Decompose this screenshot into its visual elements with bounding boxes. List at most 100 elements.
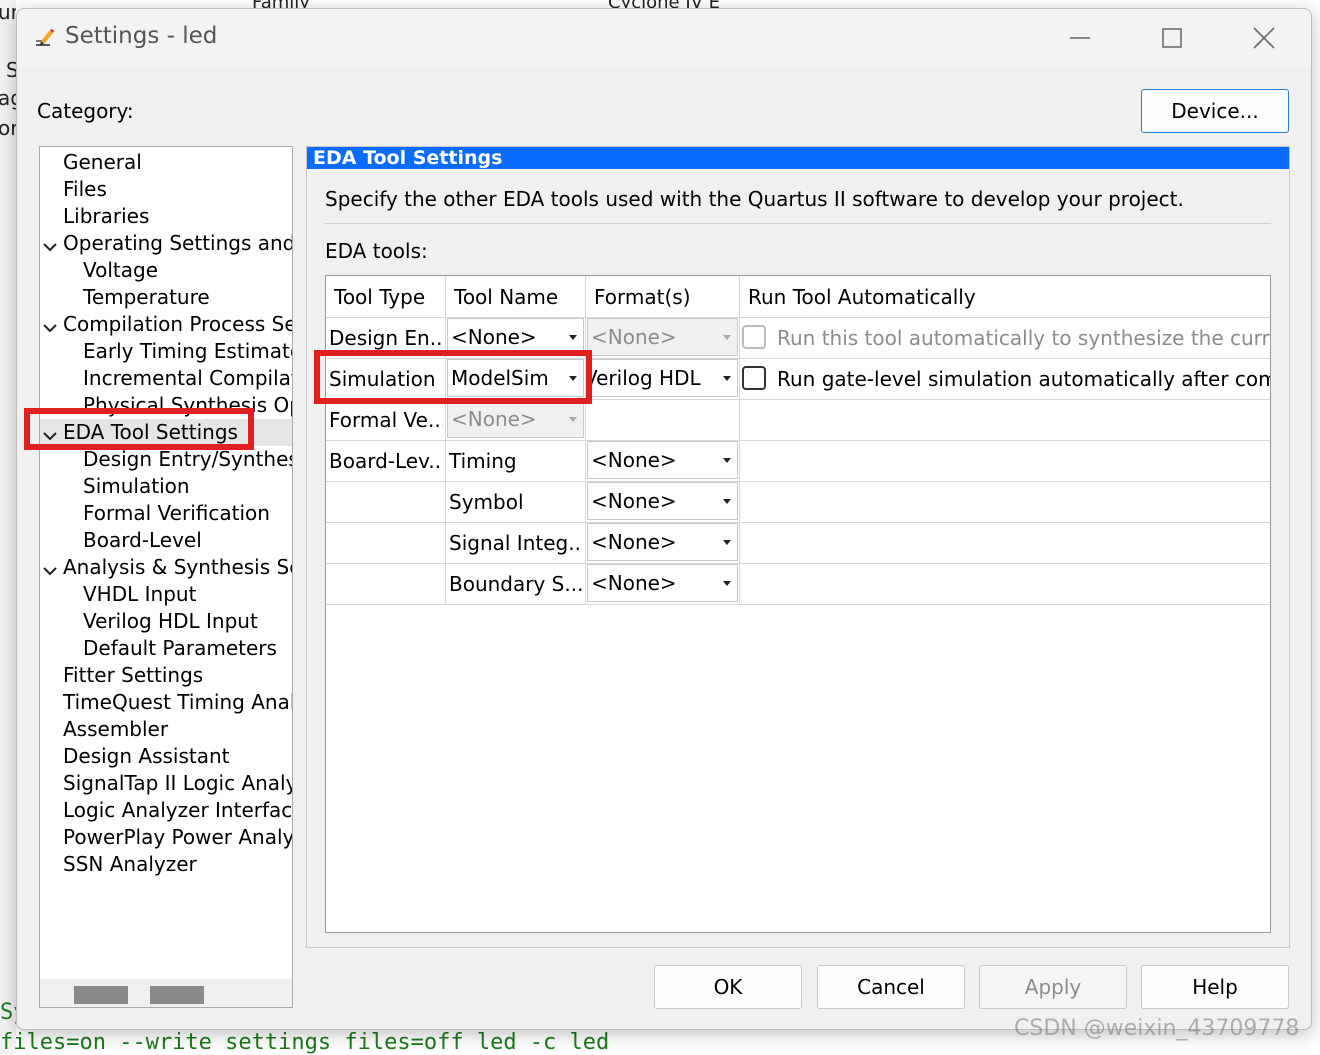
tree-item-label: Incremental Compilatio — [83, 366, 292, 390]
dropdown-value: Verilog HDL — [587, 366, 701, 390]
tree-item-formal-verification[interactable]: Formal Verification — [40, 500, 292, 527]
tree-item-board-level[interactable]: Board-Level — [40, 527, 292, 554]
cancel-button[interactable]: Cancel — [817, 965, 965, 1009]
panel-description: Specify the other EDA tools used with th… — [325, 187, 1184, 211]
tree-item-label: Design Entry/Synthesis — [83, 447, 293, 471]
tree-item-files[interactable]: Files — [40, 176, 292, 203]
tree-item-label: Assembler — [63, 717, 169, 741]
tree-item-label: Operating Settings and C — [63, 231, 293, 255]
format-dropdown: <None> — [587, 318, 738, 356]
format-dropdown[interactable]: <None> — [587, 523, 738, 561]
maximize-button[interactable] — [1149, 19, 1195, 57]
tool-type-cell: Design En... — [329, 326, 443, 350]
format-dropdown[interactable]: <None> — [587, 482, 738, 520]
tool-name-cell: Boundary S... — [449, 572, 583, 596]
tool-name-dropdown[interactable]: <None> — [447, 318, 584, 356]
tree-item-fitter-settings[interactable]: Fitter Settings — [40, 662, 292, 689]
maximize-icon — [1162, 28, 1182, 48]
minimize-icon — [1070, 37, 1090, 39]
tool-type-cell: Board-Lev... — [329, 449, 443, 473]
column-header-tool-type: Tool Type — [334, 285, 426, 309]
dialog-title: Settings - led — [65, 23, 218, 49]
tree-item-vhdl-input[interactable]: VHDL Input — [40, 581, 292, 608]
dropdown-arrow-icon — [723, 376, 731, 381]
tool-name-dropdown[interactable]: ModelSim — [447, 359, 584, 397]
tree-item-label: Formal Verification — [83, 501, 270, 525]
column-header-run-tool-automatically: Run Tool Automatically — [748, 285, 976, 309]
ok-button[interactable]: OK — [654, 965, 802, 1009]
tree-horizontal-scrollbar[interactable] — [40, 979, 292, 1007]
tree-item-operating-settings[interactable]: Operating Settings and C — [40, 230, 293, 257]
run-automatically-checkbox[interactable] — [742, 366, 766, 390]
tree-item-assembler[interactable]: Assembler — [40, 716, 292, 743]
chevron-down-icon[interactable] — [42, 235, 58, 252]
dropdown-arrow-icon — [569, 417, 577, 422]
column-header-tool-name: Tool Name — [454, 285, 559, 309]
tool-name-cell: Signal Integ... — [449, 531, 583, 555]
tree-item-label: Files — [63, 177, 107, 201]
background-fragment: ag — [0, 86, 16, 110]
category-tree[interactable]: General Files Libraries Operating Settin… — [39, 146, 293, 1008]
column-header-formats: Format(s) — [594, 285, 691, 309]
tree-item-verilog-hdl-input[interactable]: Verilog HDL Input — [40, 608, 292, 635]
tree-item-label: Temperature — [83, 285, 210, 309]
tree-item-simulation[interactable]: Simulation — [40, 473, 292, 500]
scrollbar-thumb[interactable] — [150, 986, 204, 1004]
divider — [325, 223, 1271, 224]
format-dropdown[interactable]: <None> — [587, 564, 738, 602]
background-fragment: ore — [0, 116, 16, 140]
chevron-down-icon[interactable] — [42, 424, 58, 441]
tree-item-compilation-process[interactable]: Compilation Process Setti — [40, 311, 293, 338]
tree-item-analysis-synthesis[interactable]: Analysis & Synthesis Setti — [40, 554, 292, 581]
background-fragment: ur — [0, 0, 16, 24]
tree-item-libraries[interactable]: Libraries — [40, 203, 292, 230]
dropdown-value: <None> — [591, 325, 677, 349]
tree-item-design-entry-synthesis[interactable]: Design Entry/Synthesis — [40, 446, 293, 473]
chevron-down-icon[interactable] — [42, 316, 58, 333]
help-button[interactable]: Help — [1141, 965, 1289, 1009]
tree-item-signaltap[interactable]: SignalTap II Logic Analy — [40, 770, 293, 797]
tree-item-label: Design Assistant — [63, 744, 230, 768]
dropdown-arrow-icon — [723, 540, 731, 545]
settings-dialog: Settings - led Category: Device... Gener… — [16, 8, 1312, 1030]
minimize-button[interactable] — [1057, 19, 1103, 57]
tree-item-design-assistant[interactable]: Design Assistant — [40, 743, 292, 770]
panel-header: EDA Tool Settings — [307, 147, 1289, 169]
tree-item-timequest[interactable]: TimeQuest Timing Analy — [40, 689, 292, 716]
background-console-command: files=on --write settings files=off led … — [0, 1030, 610, 1055]
tree-item-temperature[interactable]: Temperature — [40, 284, 292, 311]
dropdown-arrow-icon — [569, 376, 577, 381]
apply-button[interactable]: Apply — [979, 965, 1127, 1009]
tool-name-dropdown: <None> — [447, 400, 584, 438]
tree-item-label: Default Parameters — [83, 636, 277, 660]
tree-item-eda-tool-settings[interactable]: EDA Tool Settings — [40, 419, 292, 446]
tree-item-label: Physical Synthesis Opt — [83, 393, 293, 417]
scrollbar-thumb[interactable] — [74, 986, 128, 1004]
close-button[interactable] — [1241, 19, 1287, 57]
dropdown-value: <None> — [591, 571, 677, 595]
tree-item-physical-synthesis[interactable]: Physical Synthesis Opt — [40, 392, 293, 419]
device-button[interactable]: Device... — [1141, 89, 1289, 133]
format-dropdown[interactable]: Verilog HDL — [587, 359, 738, 397]
chevron-down-icon[interactable] — [42, 559, 58, 576]
tree-item-label: EDA Tool Settings — [63, 420, 238, 444]
tree-item-logic-analyzer-interface[interactable]: Logic Analyzer Interface — [40, 797, 292, 824]
tree-item-powerplay[interactable]: PowerPlay Power Analyz — [40, 824, 292, 851]
tree-item-ssn-analyzer[interactable]: SSN Analyzer — [40, 851, 292, 878]
tree-item-voltage[interactable]: Voltage — [40, 257, 292, 284]
tool-type-cell: Simulation — [329, 367, 436, 391]
category-label: Category: — [37, 99, 134, 123]
tree-item-label: Fitter Settings — [63, 663, 204, 687]
tree-item-label: Compilation Process Setti — [63, 312, 293, 336]
tool-type-cell: Formal Ve... — [329, 408, 443, 432]
dropdown-value: <None> — [591, 448, 677, 472]
tree-item-label: SignalTap II Logic Analy — [63, 771, 293, 795]
eda-tool-settings-panel: EDA Tool Settings Specify the other EDA … — [306, 146, 1290, 948]
tree-item-early-timing[interactable]: Early Timing Estimate — [40, 338, 292, 365]
grid-line — [326, 604, 1270, 605]
tree-item-general[interactable]: General — [40, 149, 292, 176]
tree-item-default-parameters[interactable]: Default Parameters — [40, 635, 292, 662]
background-left-strip: ur S ag ore — [0, 0, 16, 1054]
tree-item-incremental-compilation[interactable]: Incremental Compilatio — [40, 365, 292, 392]
format-dropdown[interactable]: <None> — [587, 441, 738, 479]
